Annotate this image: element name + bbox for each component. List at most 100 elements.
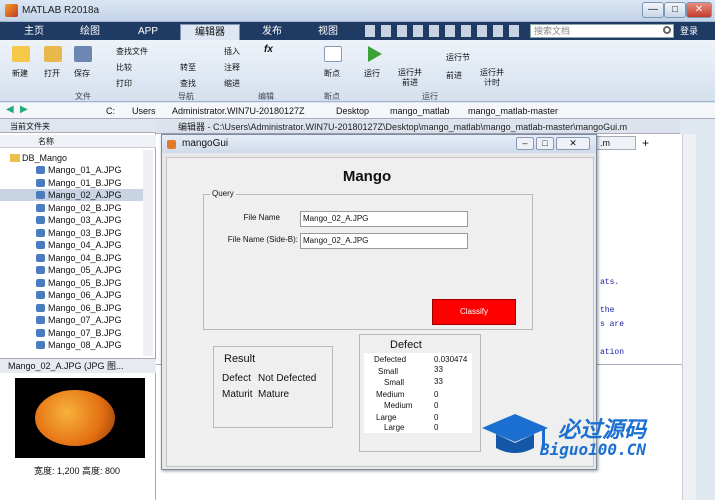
defect-title: Defect — [390, 339, 422, 351]
new-icon[interactable] — [12, 46, 30, 62]
address-part[interactable]: Users — [132, 106, 156, 116]
print-button[interactable]: 打印 — [116, 78, 132, 89]
file-name: Mango_01_A.JPG — [48, 165, 122, 175]
mango-preview-image — [15, 378, 145, 458]
image-file-icon — [36, 328, 45, 337]
file-row[interactable]: Mango_05_A.JPG — [0, 264, 148, 276]
gui-close-button[interactable]: ✕ — [556, 137, 590, 150]
image-file-icon — [36, 291, 45, 299]
comment-button[interactable]: 注释 — [224, 62, 240, 73]
indent-button[interactable]: 缩进 — [224, 78, 240, 89]
find-button[interactable]: 查找 — [180, 78, 196, 89]
file-name: Mango_08_A.JPG — [48, 340, 122, 350]
breakpoints-icon[interactable] — [324, 46, 342, 62]
defect-value: 0.030474 — [434, 355, 468, 364]
open-folder-icon[interactable] — [44, 46, 62, 62]
address-part[interactable]: Administrator.WIN7U-20180127Z — [172, 106, 305, 116]
result-title: Result — [224, 353, 256, 365]
address-part[interactable]: mango_matlab-master — [468, 106, 558, 116]
run-and-time-button[interactable]: 运行并 计时 — [480, 68, 504, 88]
file-name-a-input[interactable]: Mango_02_A.JPG — [300, 211, 468, 227]
insert-button[interactable]: 插入 — [224, 46, 240, 57]
file-row[interactable]: Mango_03_A.JPG — [0, 214, 148, 226]
run-icon[interactable] — [368, 46, 382, 62]
breakpoints-button[interactable]: 断点 — [324, 68, 340, 79]
image-size-label: 宽度: 1,200 高度: 800 — [34, 466, 121, 476]
file-row[interactable]: Mango_07_B.JPG — [0, 327, 148, 339]
editor-tab[interactable]: .m — [596, 136, 636, 150]
open-button[interactable]: 打开 — [44, 68, 60, 79]
login-link[interactable]: 登录 — [680, 24, 698, 37]
search-icon[interactable] — [663, 26, 671, 34]
code-fragment: ation — [600, 348, 625, 357]
file-name-b-input[interactable]: Mango_02_A.JPG — [300, 233, 468, 249]
image-file-icon — [36, 228, 45, 237]
save-button[interactable]: 保存 — [74, 68, 90, 79]
image-file-icon — [36, 191, 45, 199]
maximize-button[interactable]: □ — [664, 2, 686, 18]
save-icon[interactable] — [74, 46, 92, 62]
address-part[interactable]: mango_matlab — [390, 106, 450, 116]
tab-view[interactable]: 视图 — [304, 24, 352, 40]
code-fragment: ats. — [600, 278, 620, 287]
tab-apps[interactable]: APP — [124, 24, 172, 40]
editor-scrollbar[interactable] — [682, 134, 696, 500]
search-docs-input[interactable]: 搜索文档 — [530, 24, 674, 38]
fx-icon[interactable]: fx — [264, 44, 273, 55]
file-row[interactable]: Mango_04_A.JPG — [0, 239, 148, 251]
back-icon[interactable]: ◀ — [6, 104, 14, 115]
address-part[interactable]: Desktop — [336, 106, 369, 116]
defect-key: Medium — [384, 401, 413, 410]
go-to-button[interactable]: 转至 — [180, 62, 196, 73]
run-button[interactable]: 运行 — [364, 68, 380, 79]
mango-fruit — [35, 390, 115, 446]
file-list-scrollbar[interactable] — [143, 150, 153, 356]
forward-icon[interactable]: ▶ — [20, 104, 28, 115]
folder-icon — [10, 154, 20, 162]
tab-home[interactable]: 主页 — [10, 24, 58, 40]
file-list: Mango_01_A.JPG Mango_01_B.JPG Mango_02_A.J… — [0, 164, 148, 358]
new-tab-button[interactable]: + — [642, 136, 649, 150]
classify-button[interactable]: Classify — [432, 299, 516, 325]
image-file-icon — [36, 203, 45, 212]
gui-maximize-button[interactable]: □ — [536, 137, 554, 150]
image-file-icon — [36, 341, 45, 349]
name-column-header[interactable]: 名称 — [0, 135, 156, 148]
defect-table: Defected 0.030474 Small 33 Small 33 Medi… — [364, 353, 472, 433]
minimize-button[interactable]: — — [642, 2, 664, 18]
file-row[interactable]: Mango_01_A.JPG — [0, 164, 148, 176]
file-row[interactable]: Mango_06_A.JPG — [0, 289, 148, 301]
query-panel-label: Query — [210, 189, 236, 198]
file-row[interactable]: Mango_05_B.JPG — [0, 277, 148, 289]
close-button[interactable]: ✕ — [686, 2, 712, 18]
defect-value: 0 — [434, 413, 439, 422]
compare-button[interactable]: 比较 — [116, 62, 132, 73]
file-row[interactable]: Mango_02_B.JPG — [0, 202, 148, 214]
run-section-button[interactable]: 运行节 — [446, 52, 470, 63]
file-row[interactable]: Mango_03_B.JPG — [0, 227, 148, 239]
file-row[interactable]: Mango_06_B.JPG — [0, 302, 148, 314]
code-fragment: the — [600, 306, 615, 315]
gui-minimize-button[interactable]: – — [516, 137, 534, 150]
defect-value: 0 — [434, 390, 439, 399]
file-row[interactable]: Mango_01_B.JPG — [0, 177, 148, 189]
tab-publish[interactable]: 发布 — [248, 24, 296, 40]
file-row[interactable]: Mango_07_A.JPG — [0, 314, 148, 326]
advance-button[interactable]: 前进 — [446, 70, 462, 81]
find-files-button[interactable]: 查找文件 — [116, 46, 148, 57]
address-bar[interactable]: ◀ ▶ C: Users Administrator.WIN7U-2018012… — [0, 103, 715, 119]
editor-path-bar: 编辑器 - C:\Users\Administrator.WIN7U-20180… — [156, 120, 680, 134]
file-row[interactable]: Mango_08_A.JPG — [0, 339, 148, 351]
current-folder-header: 当前文件夹 — [0, 120, 156, 133]
file-row[interactable]: Mango_04_B.JPG — [0, 252, 148, 264]
file-row[interactable]: Mango_02_A.JPG — [0, 189, 148, 201]
folder-row[interactable]: DB_Mango — [0, 152, 148, 164]
image-file-icon — [36, 266, 45, 274]
address-part[interactable]: C: — [106, 106, 115, 116]
new-button[interactable]: 新建 — [12, 68, 28, 79]
tab-editor[interactable]: 编辑器 — [180, 24, 240, 40]
run-and-time-label: 运行并 计时 — [480, 68, 504, 87]
tab-plots[interactable]: 绘图 — [66, 24, 114, 40]
file-name: Mango_05_A.JPG — [48, 265, 122, 275]
run-and-advance-button[interactable]: 运行并 前进 — [398, 68, 422, 88]
